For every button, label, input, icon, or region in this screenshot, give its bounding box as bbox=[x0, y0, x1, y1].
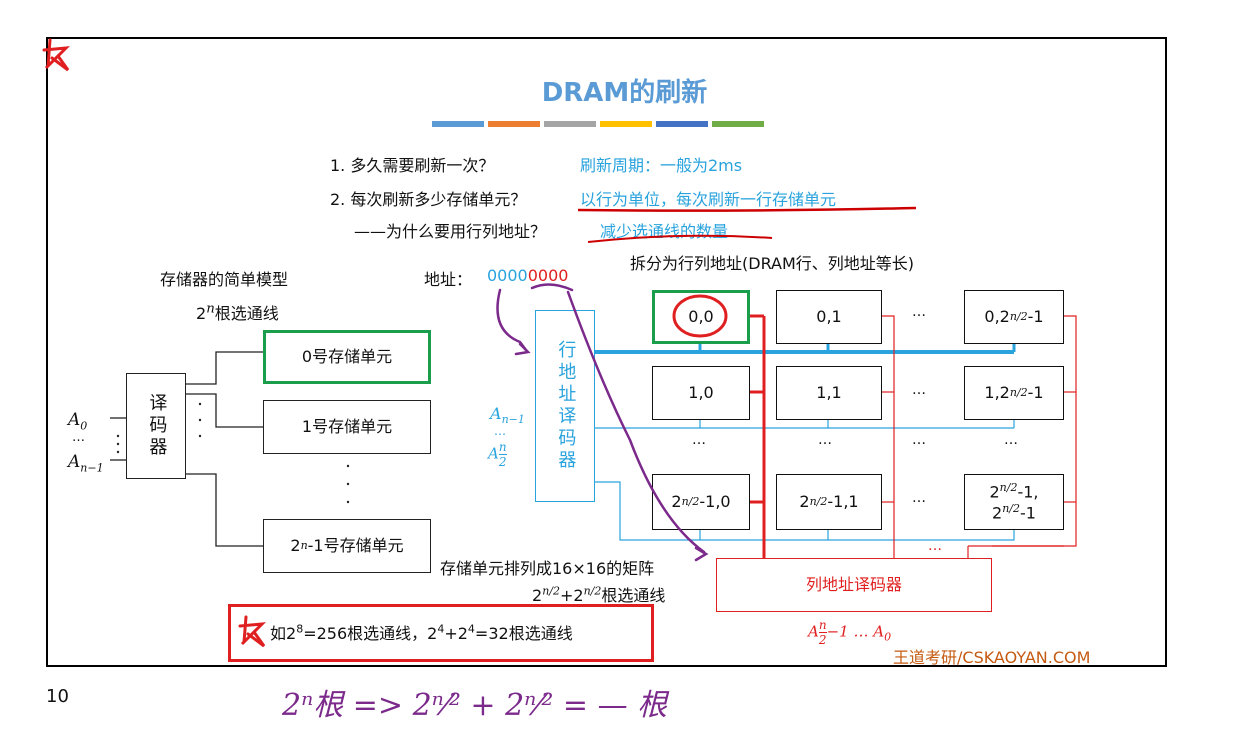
col-addr-label: An 2 −1 … A0 bbox=[808, 618, 892, 647]
title-color-bar bbox=[432, 121, 484, 127]
address-label: 地址： bbox=[424, 270, 473, 289]
split-label: 拆分为行列地址(DRAM行、列地址等长) bbox=[630, 254, 915, 273]
select-lines-label: 2n根选通线 bbox=[196, 301, 279, 323]
cell-last-ellipsis: … bbox=[912, 490, 926, 506]
col1-ellipsis: … bbox=[818, 432, 832, 448]
answer-3: 减少选通线的数量 bbox=[600, 222, 729, 241]
addr-an1-label: An−1 bbox=[68, 452, 104, 475]
title-color-bar bbox=[544, 121, 596, 127]
page-number: 10 bbox=[46, 686, 69, 707]
row-addr-dots: … bbox=[494, 424, 506, 438]
model-heading: 存储器的简单模型 bbox=[160, 270, 289, 289]
cell-0-last: 0,2 n/2 -1 bbox=[964, 290, 1064, 344]
col-decoder-box: 列地址译码器 bbox=[716, 558, 992, 612]
page-title: DRAM的刷新 bbox=[541, 78, 708, 108]
title-color-bar bbox=[712, 121, 764, 127]
row-addr-bottom: An2 bbox=[488, 440, 507, 469]
answer-1: 刷新周期：一般为2ms bbox=[580, 156, 743, 175]
address-bits: 00000000 bbox=[487, 266, 569, 285]
cell-last-last: 2n/2-1, 2n/2-1 bbox=[964, 474, 1064, 530]
answer-2: 以行为单位，每次刷新一行存储单元 bbox=[580, 190, 837, 209]
lines-count-note: 2n/2+2n/2根选通线 bbox=[532, 584, 666, 605]
cell-last-0: 2 n/2 -1,0 bbox=[652, 474, 750, 530]
row-addr-top: An−1 bbox=[490, 404, 525, 427]
col-last-ellipsis: … bbox=[1004, 432, 1018, 448]
matrix-note: 存储单元排列成16×16的矩阵 bbox=[440, 559, 655, 578]
star-mark-icon bbox=[238, 615, 266, 648]
example-text: 如28=256根选通线，24+24=32根选通线 bbox=[270, 622, 573, 643]
memory-cell-0: 0号存储单元 bbox=[263, 330, 431, 384]
cell-0-ellipsis: … bbox=[912, 304, 926, 320]
title-color-bar bbox=[600, 121, 652, 127]
cell-1-ellipsis: … bbox=[912, 382, 926, 398]
cell-last-1: 2 n/2 -1,1 bbox=[776, 474, 882, 530]
decoder-box: 译码器 bbox=[126, 373, 186, 479]
diag-ellipsis: … bbox=[912, 432, 926, 448]
watermark: 王道考研/CSKAOYAN.COM bbox=[893, 648, 1091, 667]
question-1: 1. 多久需要刷新一次？ bbox=[330, 156, 495, 175]
cell-0-0: 0,0 bbox=[652, 290, 750, 344]
cell-1-0: 1,0 bbox=[652, 366, 750, 420]
handwritten-note: 2ⁿ根 => 2ⁿ⁄² + 2ⁿ⁄² = — 根 bbox=[282, 688, 668, 723]
row-decoder-box: 行地址译码器 bbox=[535, 310, 595, 502]
col-line-ellipsis: … bbox=[928, 538, 942, 554]
memory-cell-last: 2 n -1 号存储单元 bbox=[263, 519, 431, 573]
question-3: ——为什么要用行列地址？ bbox=[354, 222, 547, 241]
cell-0-1: 0,1 bbox=[776, 290, 882, 344]
title-color-bar bbox=[656, 121, 708, 127]
cell-1-last: 1,2 n/2 -1 bbox=[964, 366, 1064, 420]
col0-ellipsis: … bbox=[692, 432, 706, 448]
addr-dots: … bbox=[72, 430, 85, 445]
memory-cell-1: 1号存储单元 bbox=[263, 400, 431, 454]
cell-1-1: 1,1 bbox=[776, 366, 882, 420]
question-2: 2. 每次刷新多少存储单元？ bbox=[330, 190, 527, 209]
star-mark-icon bbox=[42, 38, 70, 72]
title-color-bar bbox=[488, 121, 540, 127]
